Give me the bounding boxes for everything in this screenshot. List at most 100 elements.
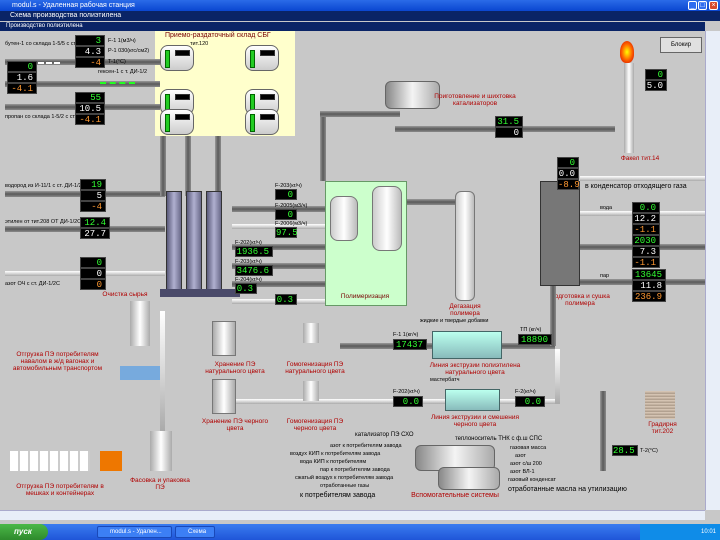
label-extrusion-black: Линия экструзии и смешения черного цвета bbox=[430, 414, 520, 428]
display-value: 0 bbox=[275, 189, 297, 200]
purification-column[interactable] bbox=[206, 191, 222, 291]
display-value: 17437 bbox=[393, 339, 427, 350]
tag-label: F-1 1(кг/ч) bbox=[393, 332, 419, 338]
display-value: 31.5 bbox=[495, 116, 523, 127]
display-value: 12.2 bbox=[632, 213, 660, 224]
display-value: 18890 bbox=[518, 334, 552, 345]
aux-left-label: азот к потребителям завода bbox=[330, 443, 402, 449]
label-catalyst: катализатор ПЭ СХО bbox=[355, 432, 414, 438]
aux-left-label: воздух КИП к потребителям завода bbox=[290, 451, 381, 457]
extruder-black[interactable] bbox=[445, 389, 500, 411]
display-value: -8.9 bbox=[557, 179, 580, 190]
purification-column[interactable] bbox=[166, 191, 182, 291]
system-tray: 10:01 bbox=[640, 524, 720, 540]
maximize-button[interactable]: □ bbox=[698, 1, 707, 10]
schema-title-bar: Схема производства полиэтилена bbox=[0, 11, 720, 21]
display-value: 0 bbox=[495, 127, 523, 138]
pipe bbox=[320, 111, 400, 117]
display-value: 0 bbox=[645, 69, 667, 80]
storage-tank[interactable] bbox=[245, 45, 279, 71]
degassing-column[interactable] bbox=[455, 191, 475, 301]
display-value: 0 bbox=[275, 209, 297, 220]
display-value: 5.0 bbox=[645, 80, 667, 91]
display-value: 4.3 bbox=[75, 46, 105, 57]
display-value: 0 bbox=[7, 61, 37, 72]
display-value: 10.5 bbox=[75, 103, 105, 114]
storage-tank[interactable] bbox=[160, 109, 194, 135]
aux-right-label: отработанные масла на утилизацию bbox=[508, 486, 627, 493]
taskbar-item[interactable]: modul.s - Удален... bbox=[97, 526, 172, 538]
tag-label: ТП (кг/ч) bbox=[520, 327, 542, 333]
tag-label: F-203(кг/ч) bbox=[235, 259, 262, 265]
label-nitrogen: азот ОЧ с ст. ДИ-1/2С bbox=[5, 281, 60, 287]
display-value: -4 bbox=[75, 57, 105, 68]
reactor[interactable] bbox=[372, 186, 402, 251]
reactor[interactable] bbox=[330, 196, 358, 241]
flare-stack bbox=[624, 63, 634, 153]
display-value: 0 bbox=[80, 268, 106, 279]
pipe bbox=[185, 136, 191, 196]
label-cooling-tower: Градирня тит.202 bbox=[648, 421, 677, 435]
close-button[interactable]: × bbox=[709, 1, 718, 10]
tag-label: P-1 030(кгс/см2) bbox=[108, 48, 150, 54]
pipe bbox=[580, 176, 705, 181]
extruder-natural[interactable] bbox=[432, 331, 502, 359]
label-homog-natural: Гомогенизация ПЭ натурального цвета bbox=[285, 361, 345, 375]
display-value: 2030 bbox=[632, 235, 660, 246]
homogenizer-natural[interactable] bbox=[303, 323, 319, 343]
display-value: -4.1 bbox=[7, 83, 37, 94]
pipe bbox=[320, 111, 326, 181]
storage-tank[interactable] bbox=[245, 109, 279, 135]
display-value: 1936.5 bbox=[235, 246, 273, 257]
display-value: 27.7 bbox=[80, 228, 110, 239]
label-masterbatch: мастербатч bbox=[430, 377, 460, 383]
pipe bbox=[555, 349, 560, 404]
homogenizer-black[interactable] bbox=[303, 381, 319, 401]
bags-icon bbox=[10, 451, 90, 471]
label-water: вода bbox=[600, 205, 613, 211]
aux-left-label: вода КИП к потребителям bbox=[300, 459, 367, 465]
block-button[interactable]: Блокир bbox=[660, 37, 702, 53]
storage-tank[interactable] bbox=[160, 45, 194, 71]
aux-right-label: газовый конденсат bbox=[508, 477, 556, 483]
minimize-button[interactable]: _ bbox=[688, 1, 697, 10]
start-button[interactable]: пуск bbox=[0, 524, 48, 540]
vertical-scrollbar[interactable] bbox=[705, 31, 720, 510]
taskbar-item[interactable]: Схема bbox=[175, 526, 215, 538]
display-value: 0 bbox=[80, 279, 106, 290]
display-value: 19 bbox=[80, 179, 106, 190]
display-value: 0.0 bbox=[515, 396, 545, 407]
cooling-tower[interactable] bbox=[645, 391, 675, 419]
display-value: 5 bbox=[80, 190, 106, 201]
tag-label: F-204(кг/ч) bbox=[235, 277, 262, 283]
silo-natural[interactable] bbox=[212, 321, 236, 356]
pipe bbox=[215, 136, 221, 196]
section-title: Производство полиэтилена bbox=[6, 23, 83, 29]
label-steam: пар bbox=[600, 273, 610, 279]
display-value: 11.8 bbox=[632, 280, 666, 291]
tag-label: F-2006(м3/ч) bbox=[275, 221, 308, 227]
label-flare: Факел тит.14 bbox=[620, 155, 660, 162]
drying-unit[interactable] bbox=[540, 181, 580, 286]
silo-black[interactable] bbox=[212, 379, 236, 414]
display-value: 97.5 bbox=[275, 227, 298, 238]
display-value: 28.5 bbox=[612, 445, 638, 456]
window-title: modul.s - Удаленная рабочая станция bbox=[12, 2, 135, 9]
tag-label: F-2005(м3/ч) bbox=[275, 203, 308, 209]
purification-column[interactable] bbox=[186, 191, 202, 291]
display-value: 3476.6 bbox=[235, 265, 273, 276]
display-value: -4 bbox=[80, 201, 106, 212]
label-polymerization: Полимеризация bbox=[340, 293, 390, 300]
flow-arrow bbox=[100, 82, 135, 85]
tag-label: F-2(кг/ч) bbox=[515, 389, 536, 395]
window-title-bar: modul.s - Удаленная рабочая станция bbox=[0, 0, 720, 11]
aux-vessel[interactable] bbox=[438, 467, 500, 490]
tag-label: F-1 1(м3/ч) bbox=[108, 38, 136, 44]
label-ship-pack: Отгрузка ПЭ потребителям в мешках и конт… bbox=[16, 483, 104, 497]
label-aux: Вспомогательные системы bbox=[411, 492, 499, 499]
label-storage-natural: Хранение ПЭ натурального цвета bbox=[205, 361, 265, 375]
display-value: 0 bbox=[557, 157, 579, 168]
aux-right-label: азот с/ш 200 bbox=[510, 461, 542, 467]
aux-left-label: пар к потребителям завода bbox=[320, 467, 390, 473]
horizontal-scrollbar[interactable] bbox=[0, 510, 705, 520]
